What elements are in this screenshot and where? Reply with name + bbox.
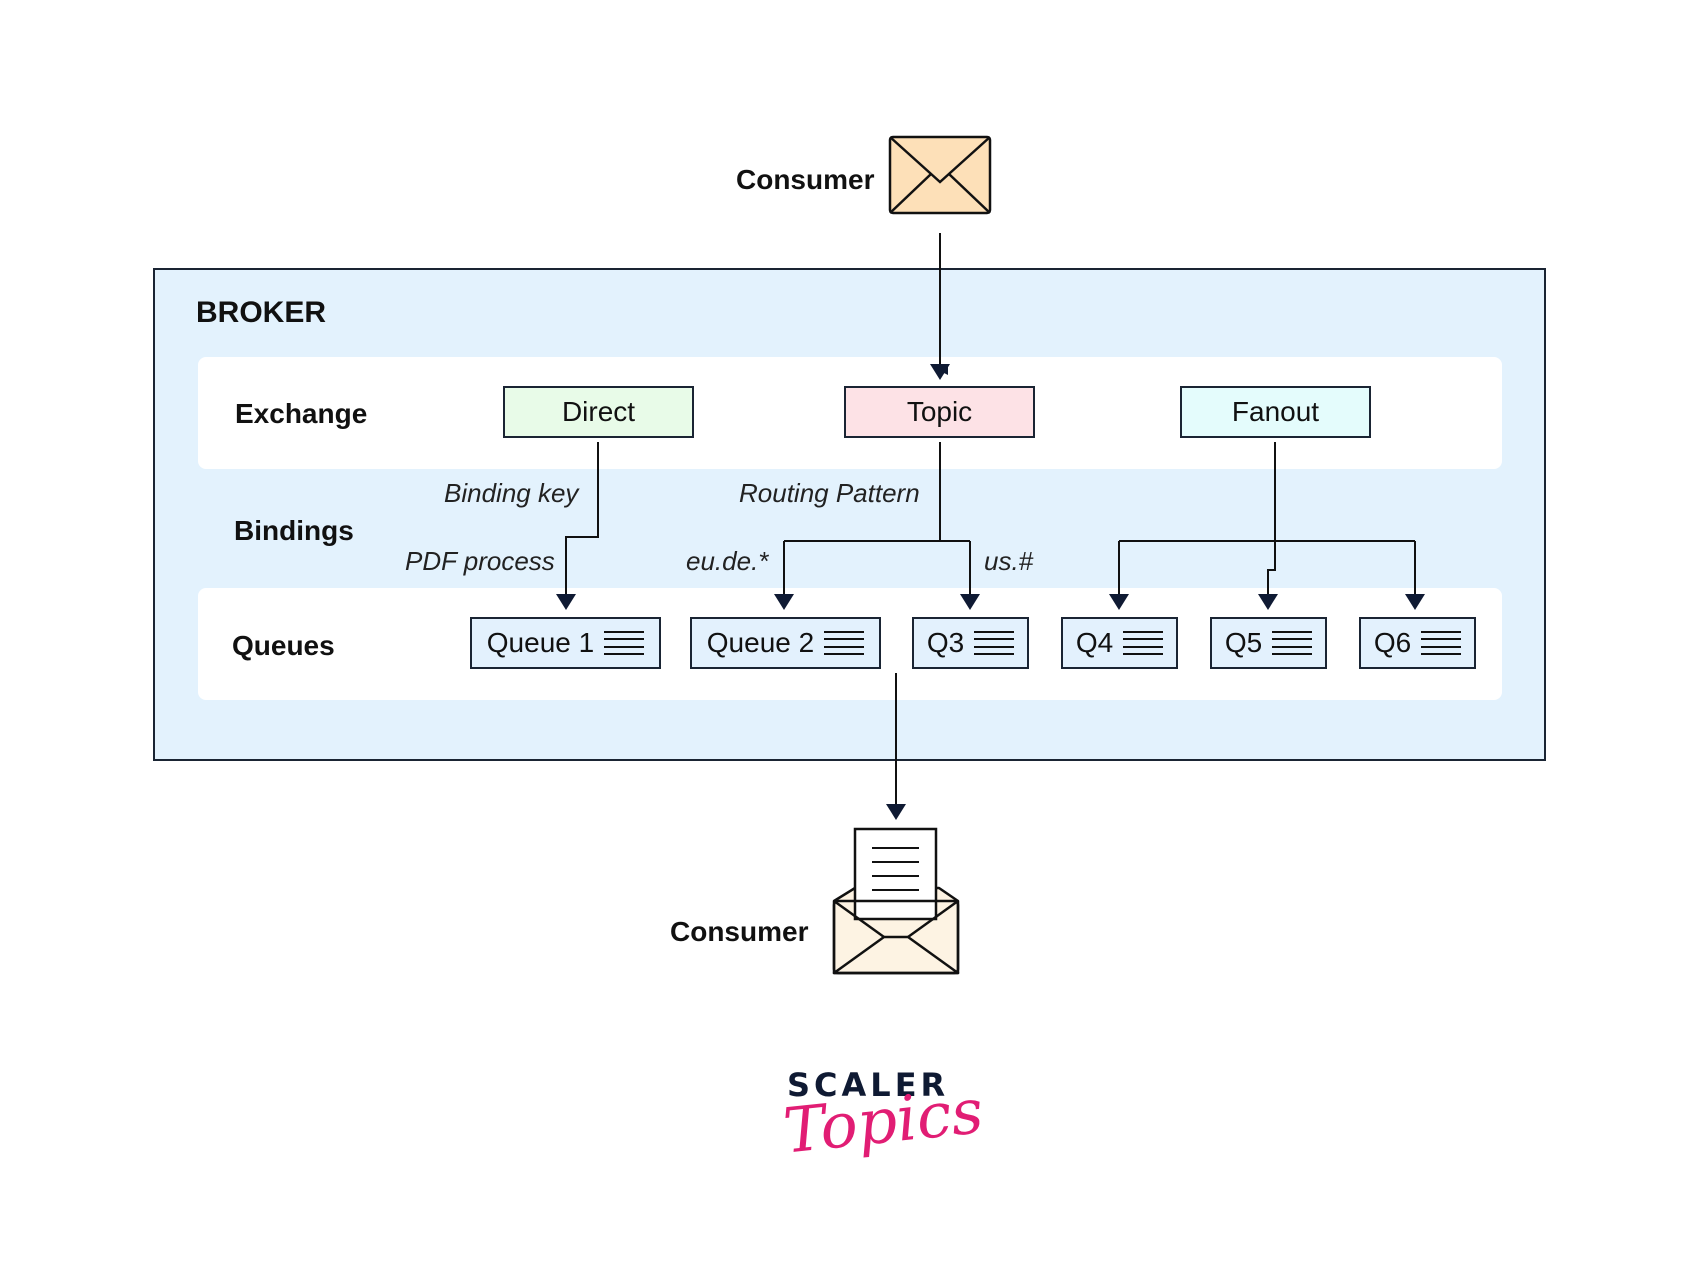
exchange-topic[interactable]: Topic	[844, 386, 1035, 438]
exchange-topic-label: Topic	[906, 396, 973, 427]
queues-row-label: Queues	[232, 630, 335, 661]
binding-key-header: Binding key	[444, 478, 579, 508]
exchange-direct-label: Direct	[561, 396, 636, 427]
consumer-label: Consumer	[670, 916, 809, 947]
queue-3[interactable]: Q3	[912, 617, 1029, 669]
queue-5-label: Q5	[1224, 627, 1263, 658]
queue-6-label: Q6	[1373, 627, 1412, 658]
queue-lines-icon	[1421, 631, 1462, 655]
routing-key-us: us.#	[984, 546, 1034, 576]
exchange-direct[interactable]: Direct	[503, 386, 694, 438]
routing-pattern-header: Routing Pattern	[739, 478, 920, 508]
queue-3-label: Q3	[926, 627, 965, 658]
queue-4[interactable]: Q4	[1061, 617, 1178, 669]
queue-lines-icon	[824, 631, 865, 655]
routing-key-eu-de: eu.de.*	[686, 546, 769, 576]
arrowhead	[886, 804, 906, 820]
envelope-closed-icon	[888, 135, 992, 215]
broker-title: BROKER	[196, 296, 327, 329]
queue-1-label: Queue 1	[486, 627, 595, 658]
envelope-open-letter-icon	[832, 827, 960, 975]
exchange-fanout[interactable]: Fanout	[1180, 386, 1371, 438]
queue-lines-icon	[1123, 631, 1164, 655]
queue-lines-icon	[1272, 631, 1313, 655]
exchange-fanout-label: Fanout	[1231, 396, 1320, 427]
producer-label: Consumer	[736, 164, 875, 195]
queue-lines-icon	[974, 631, 1015, 655]
queue-1[interactable]: Queue 1	[470, 617, 661, 669]
bindings-row-label: Bindings	[234, 515, 354, 546]
queue-2-label: Queue 2	[706, 627, 815, 658]
queue-2[interactable]: Queue 2	[690, 617, 881, 669]
queue-5[interactable]: Q5	[1210, 617, 1327, 669]
queue-4-label: Q4	[1075, 627, 1114, 658]
binding-key-pdf-process: PDF process	[405, 546, 555, 576]
exchange-row-label: Exchange	[235, 398, 368, 429]
queue-6[interactable]: Q6	[1359, 617, 1476, 669]
queue-lines-icon	[604, 631, 645, 655]
